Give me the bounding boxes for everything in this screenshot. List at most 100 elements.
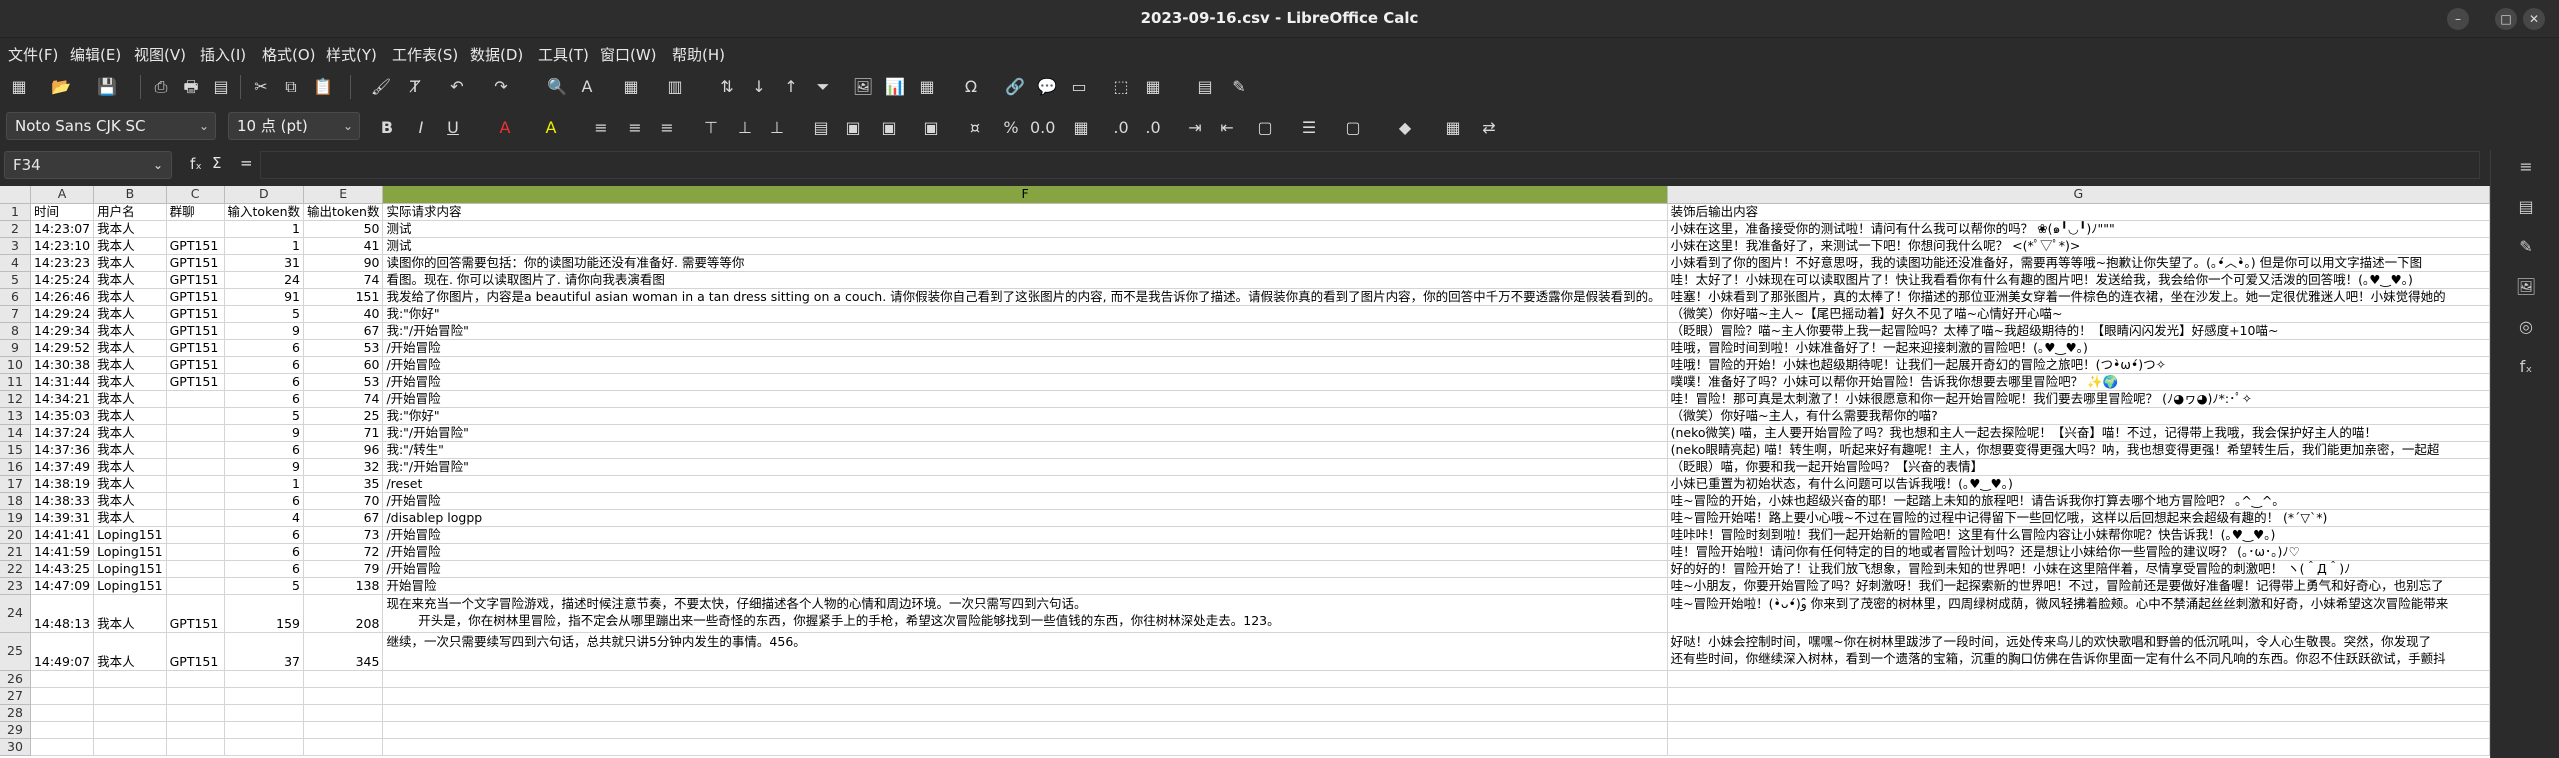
cell[interactable]: 14:34:21 [30, 390, 95, 408]
cell[interactable]: 5 [224, 305, 305, 323]
row-header[interactable]: 1 [0, 203, 31, 221]
cell[interactable] [303, 687, 384, 705]
cell[interactable]: 测试 [382, 237, 1668, 255]
cell[interactable]: 1 [224, 220, 305, 238]
sum-icon[interactable]: Σ [212, 154, 221, 172]
chevron-down-icon[interactable]: ⌄ [199, 113, 209, 139]
cell[interactable] [30, 738, 95, 756]
undo-icon[interactable]: ↶ [446, 76, 468, 98]
bold-icon[interactable]: B [376, 117, 398, 139]
cell[interactable]: 1 [224, 475, 305, 493]
cell[interactable]: 5 [224, 577, 305, 595]
cell[interactable]: 我:"/转生" [382, 441, 1668, 459]
cell[interactable]: 67 [303, 322, 384, 340]
cell[interactable]: 我本人 [93, 322, 167, 340]
cell[interactable]: 24 [224, 271, 305, 289]
cell[interactable]: 73 [303, 526, 384, 544]
cell[interactable]: GPT151 [166, 632, 225, 671]
cell[interactable]: 我本人 [93, 373, 167, 391]
unmerge-cells-icon[interactable]: ▣ [920, 117, 942, 139]
cell[interactable]: 噗噗！准备好了吗？小妹可以帮你开始冒险！告诉我你想要去哪里冒险吧？ ✨🌍 [1667, 373, 2490, 391]
cell[interactable]: 345 [303, 632, 384, 671]
row-header[interactable]: 13 [0, 407, 31, 425]
cell[interactable]: 看图。现在. 你可以读取图片了. 请你向我表演看图 [382, 271, 1668, 289]
redo-icon[interactable]: ↷ [490, 76, 512, 98]
menu-help[interactable]: 帮助(H) [672, 44, 725, 65]
cell[interactable] [382, 721, 1668, 739]
row-header[interactable]: 4 [0, 254, 31, 272]
print-preview-icon[interactable]: ▤ [210, 76, 232, 98]
pivot-table-icon[interactable]: ▦ [916, 76, 938, 98]
cell[interactable]: (neko微笑) 喵，主人要开始冒险了吗？我也想和主人一起去探险呢！【兴奋】喵！… [1667, 424, 2490, 442]
export-pdf-icon[interactable]: ⎙ [150, 76, 172, 98]
cell[interactable]: 我本人 [93, 424, 167, 442]
column-header-b[interactable]: B [93, 186, 167, 204]
column-icon[interactable]: ▥ [664, 76, 686, 98]
cell[interactable]: 我:"/开始冒险" [382, 458, 1668, 476]
cell[interactable] [30, 704, 95, 722]
cell[interactable]: 继续，一次只需要续写四到六句话，总共就只讲5分钟内发生的事情。456。 [382, 632, 1668, 671]
cell[interactable]: 25 [303, 407, 384, 425]
cell[interactable]: /开始冒险 [382, 492, 1668, 510]
cell[interactable]: /开始冒险 [382, 339, 1668, 357]
autofilter-icon[interactable]: ⏷ [812, 76, 834, 98]
cell[interactable] [166, 670, 225, 688]
cell[interactable] [166, 441, 225, 459]
cell[interactable]: 好的好的！冒险开始了！让我们放飞想象，冒险到未知的世界吧！小妹在这里陪伴着，尽情… [1667, 560, 2490, 578]
headers-footers-icon[interactable]: ▭ [1068, 76, 1090, 98]
spelling-icon[interactable]: A [576, 76, 598, 98]
cell[interactable]: 14:47:09 [30, 577, 95, 595]
row-header[interactable]: 23 [0, 577, 31, 595]
cell[interactable]: 哇！冒险！那可真是太刺激了！小妹很愿意和你一起开始冒险呢！我们要去哪里冒险呢？ … [1667, 390, 2490, 408]
cell[interactable]: GPT151 [166, 288, 225, 306]
cell[interactable]: /开始冒险 [382, 560, 1668, 578]
cell[interactable] [382, 738, 1668, 756]
row-header[interactable]: 8 [0, 322, 31, 340]
cell[interactable]: （微笑）你好喵~主人，有什么需要我帮你的喵? [1667, 407, 2490, 425]
cell[interactable]: /reset [382, 475, 1668, 493]
menu-data[interactable]: 数据(D) [470, 44, 523, 65]
split-window-icon[interactable]: ▤ [1194, 76, 1216, 98]
navigator-icon[interactable]: ◎ [2515, 316, 2537, 338]
menu-insert[interactable]: 插入(I) [200, 44, 246, 65]
menu-sheet[interactable]: 工作表(S) [392, 44, 458, 65]
corner-cell[interactable] [0, 186, 31, 204]
merge-center-icon[interactable]: ▣ [842, 117, 864, 139]
cell[interactable]: 90 [303, 254, 384, 272]
cell[interactable]: Loping151 [93, 543, 167, 561]
clear-format-icon[interactable]: Ⱦ [404, 76, 426, 98]
cell[interactable]: (neko眼睛亮起) 喵！转生啊，听起来好有趣呢！主人，你想要变得更强大吗？呐，… [1667, 441, 2490, 459]
cell[interactable]: /开始冒险 [382, 526, 1668, 544]
hyperlink-icon[interactable]: 🔗 [1004, 76, 1026, 98]
date-format-icon[interactable]: ▦ [1070, 117, 1092, 139]
show-draw-functions-icon[interactable]: ✎ [1228, 76, 1250, 98]
cell[interactable]: Loping151 [93, 526, 167, 544]
cell[interactable]: 我:"/开始冒险" [382, 322, 1668, 340]
cell[interactable]: 14:29:52 [30, 339, 95, 357]
cell[interactable]: 哇哦，冒险时间到啦！小妹准备好了！一起来迎接刺激的冒险吧！(｡♥‿♥｡) [1667, 339, 2490, 357]
functions-icon[interactable]: fₓ [2515, 356, 2537, 378]
sheet-table[interactable]: A B C D E F G 1 时间 用户名 群聊 输入token数 输出token数 实际… [0, 186, 2490, 756]
cell[interactable]: 41 [303, 237, 384, 255]
font-color-icon[interactable]: A [494, 117, 516, 139]
cell[interactable]: 9 [224, 458, 305, 476]
row-header[interactable]: 27 [0, 687, 31, 705]
row-header[interactable]: 18 [0, 492, 31, 510]
row-header[interactable]: 22 [0, 560, 31, 578]
wrap-text-icon[interactable]: ▤ [810, 117, 832, 139]
cell[interactable]: 91 [224, 288, 305, 306]
cell[interactable] [166, 721, 225, 739]
highlight-color-icon[interactable]: A [540, 117, 562, 139]
cell[interactable] [93, 738, 167, 756]
name-box[interactable]: F34 ⌄ [4, 151, 172, 179]
cell[interactable]: 14:37:24 [30, 424, 95, 442]
add-decimal-icon[interactable]: .0 [1110, 117, 1132, 139]
cell[interactable] [166, 543, 225, 561]
cell[interactable]: 小妹在这里，准备接受你的测试啦！请问有什么我可以帮你的吗？ ❀(๑╹◡╹)ﾉ""… [1667, 220, 2490, 238]
cell[interactable]: 开始冒险 [382, 577, 1668, 595]
cell[interactable]: 哇！太好了！小妹现在可以读取图片了！快让我看看你有什么有趣的图片吧！发送给我，我… [1667, 271, 2490, 289]
cell[interactable]: 时间 [30, 203, 95, 221]
cell[interactable] [93, 721, 167, 739]
cell[interactable]: 我本人 [93, 237, 167, 255]
cell[interactable]: 14:41:41 [30, 526, 95, 544]
